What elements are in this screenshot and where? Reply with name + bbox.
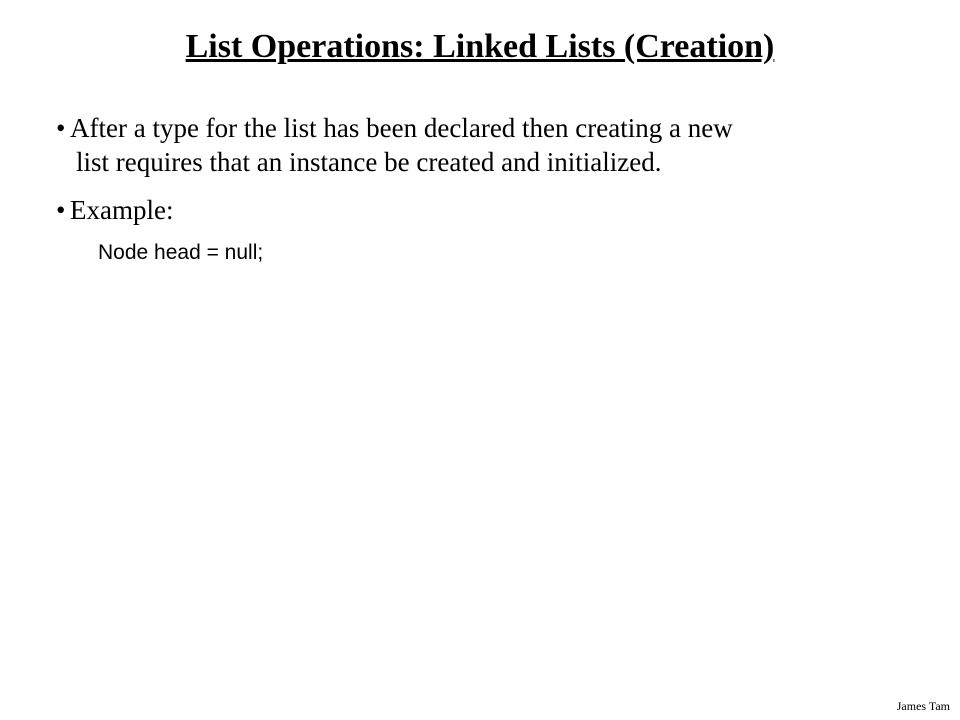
bullet-item: • After a type for the list has been dec… [56, 112, 904, 180]
bullet-text-line1: After a type for the list has been decla… [70, 113, 733, 143]
footer-author: James Tam [897, 699, 950, 714]
code-example: Node head = null; [98, 241, 904, 265]
bullet-item: • Example: [56, 194, 904, 228]
bullet-dot-icon: • [56, 194, 65, 228]
slide-body: • After a type for the list has been dec… [56, 112, 904, 265]
bullet-dot-icon: • [56, 112, 65, 146]
slide-title: List Operations: Linked Lists (Creation) [0, 28, 960, 66]
bullet-text-line2: list requires that an instance be create… [70, 146, 904, 180]
bullet-text: Example: [70, 195, 173, 225]
slide: List Operations: Linked Lists (Creation)… [0, 0, 960, 720]
